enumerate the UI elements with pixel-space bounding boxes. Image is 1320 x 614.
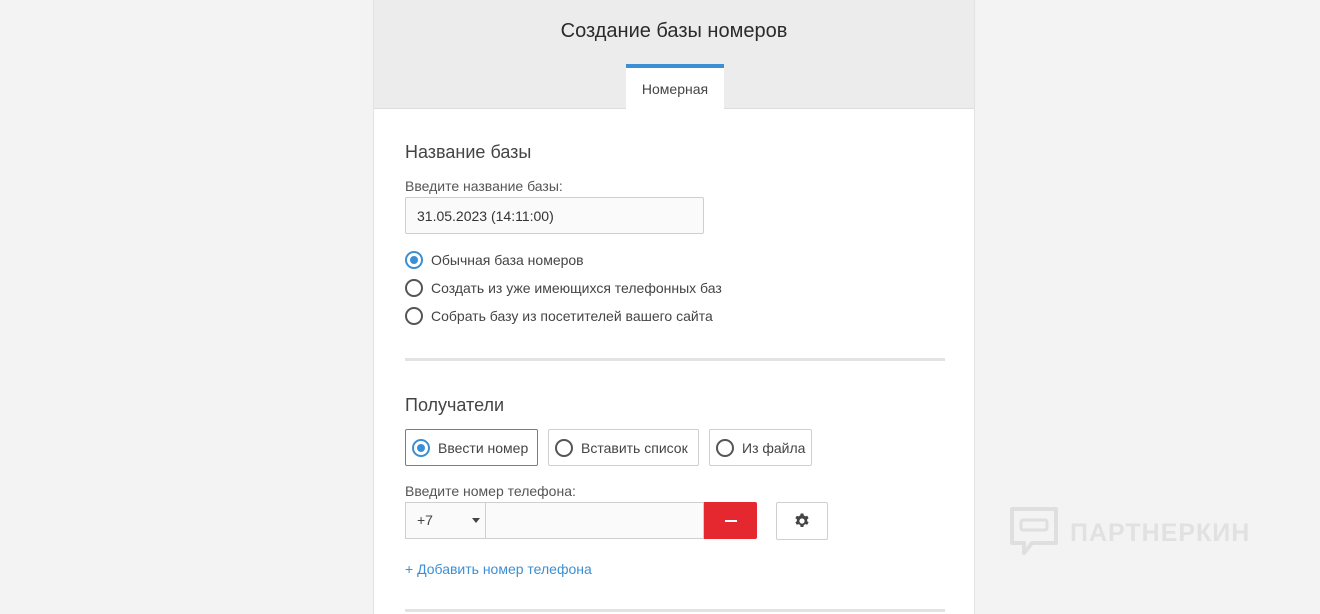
mode-paste-list-button[interactable]: Вставить список (548, 429, 699, 466)
watermark-text: ПАРТНЕРКИН (1070, 518, 1251, 547)
radio-label: Собрать базу из посетителей вашего сайта (431, 308, 713, 324)
radio-from-existing-bases[interactable]: Создать из уже имеющихся телефонных баз (405, 279, 722, 297)
phone-label: Введите номер телефона: (405, 483, 576, 499)
page-title: Создание базы номеров (560, 20, 788, 42)
recipients-section-title: Получатели (405, 395, 505, 415)
radio-unchecked-icon (405, 279, 423, 297)
mode-enter-number-button[interactable]: Ввести номер (405, 429, 538, 466)
mode-label: Ввести номер (438, 439, 529, 456)
add-phone-link[interactable]: + Добавить номер телефона (405, 561, 592, 577)
tab-numbers[interactable]: Номерная (626, 64, 724, 110)
radio-checked-icon (412, 438, 430, 457)
phone-input[interactable] (485, 502, 704, 539)
create-base-panel: Создание базы номеров Номерная Название … (373, 0, 975, 614)
panel-header: Создание базы номеров Номерная (374, 0, 974, 110)
radio-unchecked-icon (405, 307, 423, 325)
country-code-value: +7 (417, 512, 433, 528)
base-name-label: Введите название базы: (405, 178, 563, 194)
radio-label: Обычная база номеров (431, 252, 584, 268)
radio-unchecked-icon (555, 438, 573, 457)
radio-checked-icon (405, 251, 423, 269)
chevron-down-icon (472, 518, 480, 523)
mode-from-file-button[interactable]: Из файла (709, 429, 812, 466)
radio-from-site-visitors[interactable]: Собрать базу из посетителей вашего сайта (405, 307, 713, 325)
radio-label: Создать из уже имеющихся телефонных баз (431, 280, 722, 296)
mode-label: Из файла (742, 439, 806, 456)
gear-icon (795, 513, 809, 527)
settings-button[interactable] (776, 502, 828, 540)
country-code-select[interactable]: +7 (405, 502, 485, 539)
base-name-input[interactable] (405, 197, 704, 234)
section-divider (405, 358, 945, 361)
minus-icon (724, 519, 737, 522)
chat-logo-icon (1010, 507, 1058, 555)
radio-unchecked-icon (716, 438, 734, 457)
radio-regular-base[interactable]: Обычная база номеров (405, 251, 584, 269)
remove-phone-button[interactable] (704, 502, 757, 539)
base-name-section-title: Название базы (405, 142, 532, 162)
section-divider (405, 609, 945, 612)
mode-label: Вставить список (581, 439, 688, 456)
watermark: ПАРТНЕРКИН (1008, 505, 1250, 561)
